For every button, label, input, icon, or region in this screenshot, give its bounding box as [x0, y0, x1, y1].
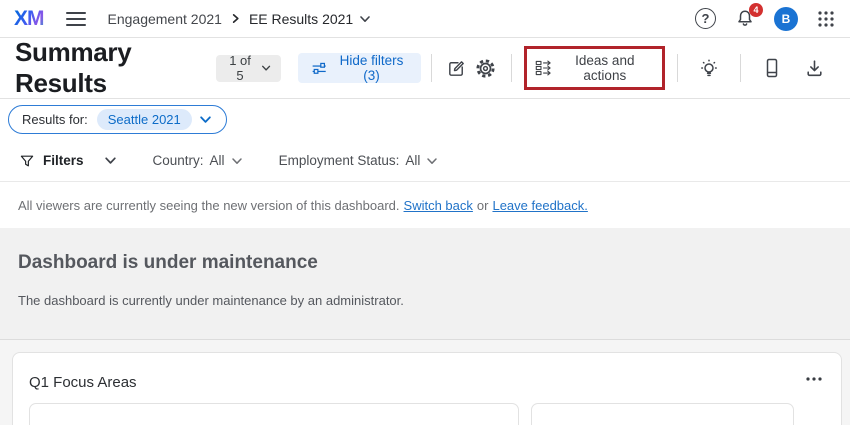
sliders-icon	[311, 59, 327, 78]
funnel-icon	[19, 153, 35, 169]
filter-employment-value: All	[405, 153, 420, 168]
breadcrumb-dashboard-selector[interactable]: EE Results 2021	[249, 11, 371, 27]
widget-placeholder[interactable]	[531, 403, 794, 425]
notifications-button[interactable]: 4	[734, 8, 756, 30]
page-title: Summary Results	[15, 37, 202, 99]
edit-icon	[446, 58, 467, 79]
user-avatar[interactable]: B	[774, 7, 798, 31]
settings-button[interactable]	[471, 52, 501, 84]
xm-logo[interactable]: XM	[14, 7, 44, 31]
breadcrumb: Engagement 2021 EE Results 2021	[108, 11, 372, 27]
insights-button[interactable]	[692, 52, 726, 84]
ideas-and-actions-annotation: Ideas and actions	[524, 46, 665, 90]
results-for-row: Results for: Seattle 2021	[0, 99, 850, 140]
chevron-down-icon	[261, 62, 271, 74]
page-selector-dropdown[interactable]: 1 of 5	[216, 55, 281, 82]
filters-label: Filters	[43, 153, 84, 168]
notification-count-badge: 4	[749, 3, 763, 17]
edit-dashboard-button[interactable]	[442, 52, 472, 84]
gear-icon	[475, 58, 496, 79]
chevron-down-icon	[104, 154, 117, 167]
mobile-phone-icon	[761, 57, 783, 79]
filter-country-value: All	[210, 153, 225, 168]
version-banner: All viewers are currently seeing the new…	[0, 182, 850, 228]
help-button[interactable]: ?	[695, 8, 716, 29]
hamburger-menu-icon[interactable]	[66, 8, 86, 30]
filter-country-label: Country:	[153, 153, 204, 168]
filter-employment-status[interactable]: Employment Status: All	[279, 153, 439, 168]
chevron-down-icon	[231, 155, 243, 167]
results-for-selector[interactable]: Results for: Seattle 2021	[8, 105, 227, 134]
results-for-label: Results for:	[22, 112, 88, 127]
filter-employment-label: Employment Status:	[279, 153, 400, 168]
ellipsis-icon	[805, 376, 823, 382]
widget-options-button[interactable]	[803, 374, 825, 384]
download-icon	[804, 58, 825, 79]
widget-placeholder[interactable]	[29, 403, 519, 425]
filters-bar: Filters Country: All Employment Status: …	[0, 140, 850, 182]
chevron-down-icon	[199, 113, 212, 126]
banner-conjunction: or	[477, 198, 489, 213]
hide-filters-button[interactable]: Hide filters (3)	[298, 53, 421, 83]
ideas-actions-icon	[535, 58, 552, 78]
divider	[431, 54, 432, 82]
maintenance-message: The dashboard is currently under mainten…	[18, 293, 832, 308]
help-icon: ?	[695, 8, 716, 29]
mobile-preview-button[interactable]	[755, 52, 789, 84]
divider	[511, 54, 512, 82]
export-download-button[interactable]	[797, 52, 831, 84]
grid-icon	[816, 9, 836, 29]
dashboard-canvas: Q1 Focus Areas	[0, 352, 850, 425]
lightbulb-icon	[697, 56, 721, 80]
filters-toggle[interactable]: Filters	[19, 153, 117, 169]
breadcrumb-project[interactable]: Engagement 2021	[108, 11, 222, 27]
results-for-chip[interactable]: Seattle 2021	[97, 109, 192, 130]
focus-areas-card: Q1 Focus Areas	[12, 352, 842, 425]
chevron-down-icon	[426, 155, 438, 167]
app-grid-button[interactable]	[816, 9, 836, 29]
widget-title: Q1 Focus Areas	[29, 374, 137, 391]
divider	[677, 54, 678, 82]
chevron-down-icon	[359, 13, 371, 25]
filter-country[interactable]: Country: All	[153, 153, 243, 168]
divider	[740, 54, 741, 82]
switch-back-link[interactable]: Switch back	[404, 198, 473, 213]
maintenance-notice: Dashboard is under maintenance The dashb…	[0, 228, 850, 340]
top-nav-bar: XM Engagement 2021 EE Results 2021 ? 4 B	[0, 0, 850, 38]
chevron-right-icon	[230, 13, 241, 24]
banner-message: All viewers are currently seeing the new…	[18, 198, 400, 213]
ideas-and-actions-button[interactable]: Ideas and actions	[531, 51, 654, 85]
maintenance-heading: Dashboard is under maintenance	[18, 252, 832, 274]
dashboard-toolbar: Summary Results 1 of 5 Hide filters (3)	[0, 38, 850, 99]
leave-feedback-link[interactable]: Leave feedback.	[492, 198, 587, 213]
